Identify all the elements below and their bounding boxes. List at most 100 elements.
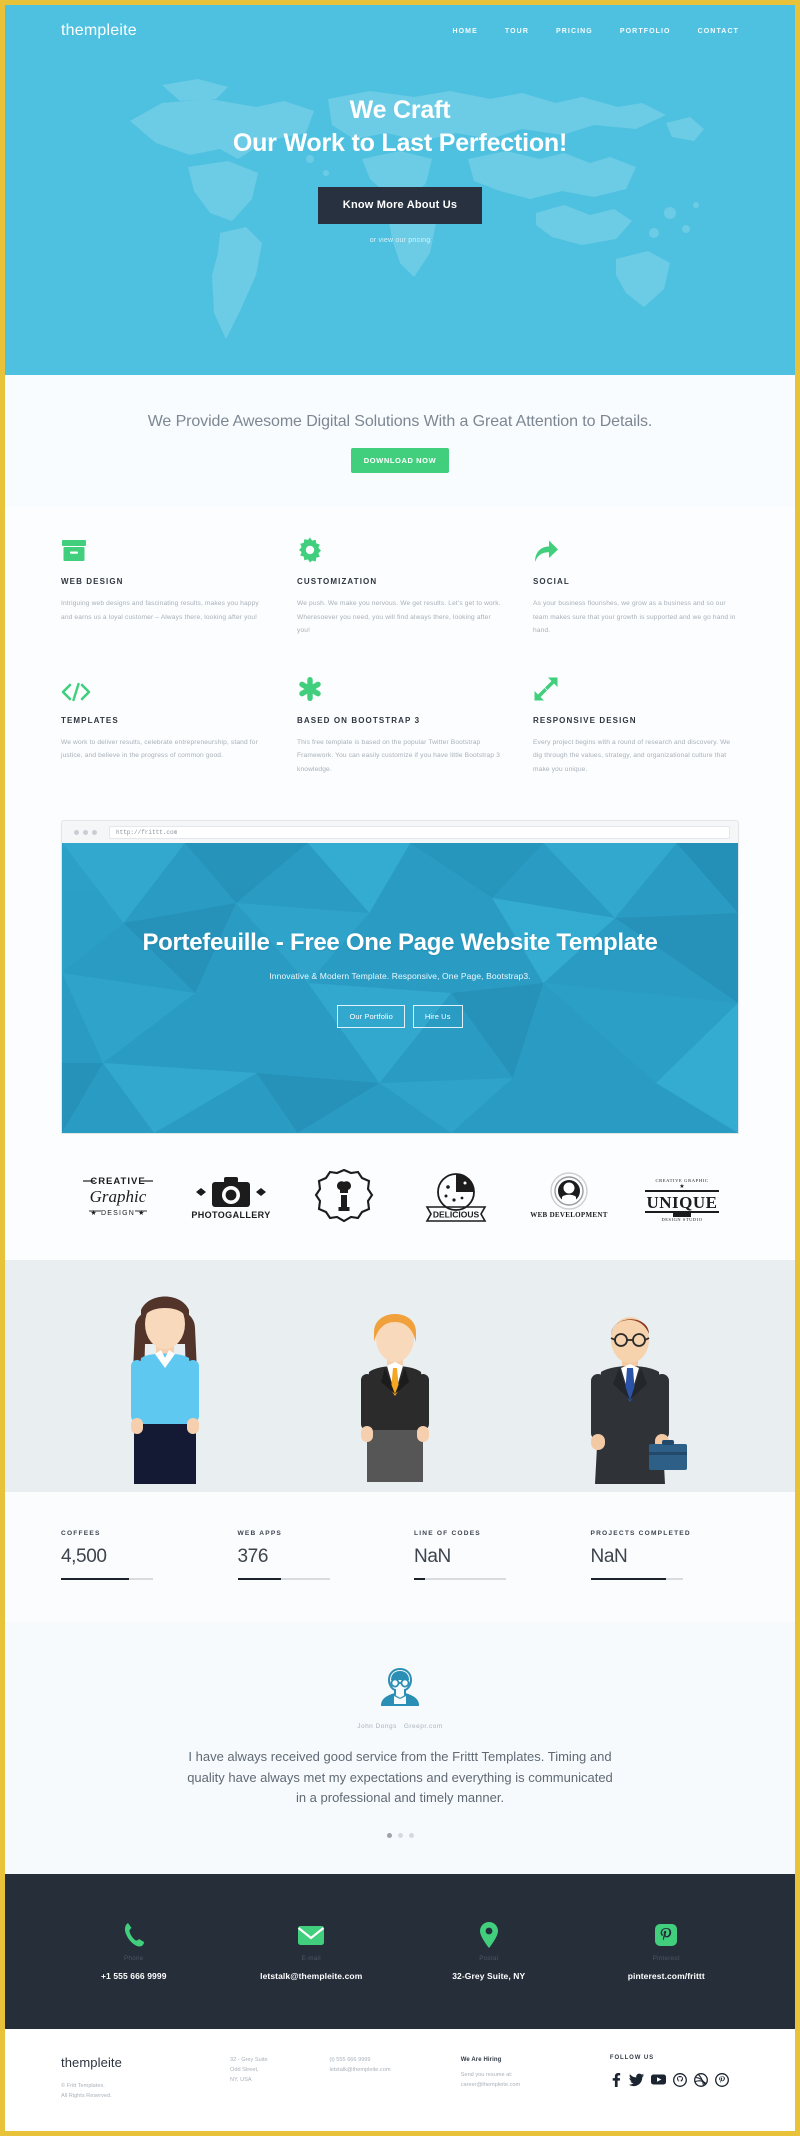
counter-progress: [590, 1578, 683, 1581]
svg-text:DELICIOUS: DELICIOUS: [433, 1210, 480, 1220]
team-section: [5, 1260, 795, 1493]
feature-card-social: SOCIAL As your business flourishes, we g…: [533, 533, 739, 638]
svg-text:★: ★: [679, 1183, 684, 1190]
feature-title: TEMPLATES: [61, 715, 119, 725]
nav-item-portfolio[interactable]: PORTFOLIO: [620, 28, 671, 35]
nav-item-contact[interactable]: CONTACT: [698, 28, 739, 35]
team-member-female-blonde: [335, 1302, 455, 1492]
footer-social: FOLLOW US: [610, 2055, 739, 2092]
svg-text:DESIGN STUDIO: DESIGN STUDIO: [661, 1217, 702, 1222]
web-development-logo: WEB DEVELOPMENT: [526, 1168, 612, 1224]
nav-item-tour[interactable]: TOUR: [505, 28, 529, 35]
feature-body: We push. We make you nervous. We get res…: [297, 600, 501, 635]
contact-postal: Postal 32-Grey Suite, NY: [400, 1920, 578, 1981]
contact-value[interactable]: 32-Grey Suite, NY: [400, 1971, 578, 1981]
testimonial-author: John Dongs Greepr.com: [5, 1723, 795, 1730]
counter-title: COFFEES: [61, 1530, 101, 1538]
feature-title: CUSTOMIZATION: [297, 577, 378, 586]
team-member-male-suit: [565, 1302, 695, 1492]
browser-window-controls[interactable]: [70, 829, 101, 835]
youtube-icon[interactable]: [650, 2073, 666, 2091]
client-logos-section: CREATIVE Graphic ★ DESIGN ★ PHOTOGALLERY…: [5, 1134, 795, 1261]
footer-phone: (t) 555 666 9999: [329, 2056, 371, 2063]
showcase-screenshot: Portefeuille - Free One Page Website Tem…: [62, 843, 738, 1134]
svg-text:PHOTOGALLERY: PHOTOGALLERY: [191, 1210, 270, 1220]
testimonial-quote: I have always received good service from…: [187, 1749, 613, 1806]
slider-dot-2[interactable]: [397, 1832, 403, 1838]
pinterest-icon: [578, 1920, 756, 1950]
address-line-1: 32 - Grey Suite: [230, 2056, 268, 2063]
github-icon[interactable]: [672, 2072, 687, 2092]
testimonial-slider-dots[interactable]: [5, 1832, 795, 1838]
hero-headline-line2: Our Work to Last Perfection!: [232, 129, 568, 157]
download-now-button[interactable]: DOWNLOAD NOW: [350, 448, 450, 473]
browser-address-bar[interactable]: http://frittt.com: [109, 825, 730, 839]
contact-label: Pinterest: [652, 1954, 680, 1962]
site-footer: thempleite © Fritt Templates. All Rights…: [5, 2028, 795, 2132]
features-row-2: TEMPLATES We work to deliver results, ce…: [61, 672, 739, 777]
pinterest-icon[interactable]: [714, 2072, 729, 2092]
feature-body: This free template is based on the popul…: [297, 738, 501, 773]
hero-headline-line1: We Craft: [349, 96, 451, 124]
hiring-title: We Are Hiring: [460, 2056, 502, 2063]
contact-value[interactable]: letstalk@thempleite.com: [223, 1971, 401, 1981]
counter-progress: [237, 1578, 330, 1581]
counter-title: PROJECTS COMPLETED: [590, 1530, 691, 1538]
nav-item-pricing[interactable]: PRICING: [556, 28, 593, 35]
footer-brand: thempleite © Fritt Templates. All Rights…: [61, 2055, 208, 2102]
slider-dot-1[interactable]: [386, 1832, 392, 1838]
code-brackets-icon: [61, 672, 267, 702]
our-portfolio-button[interactable]: Our Portfolio: [337, 1005, 405, 1029]
feature-title: SOCIAL: [533, 577, 570, 586]
hire-us-button[interactable]: Hire Us: [412, 1005, 463, 1029]
creative-graphic-design-logo: CREATIVE Graphic ★ DESIGN ★: [75, 1168, 161, 1224]
primary-navigation: HOME TOUR PRICING PORTFOLIO CONTACT: [452, 28, 739, 35]
feature-card-responsive: RESPONSIVE DESIGN Every project begins w…: [533, 672, 739, 777]
phone-icon: [45, 1920, 223, 1950]
counter-title: LINE OF CODES: [414, 1530, 481, 1538]
contact-value[interactable]: pinterest.com/frittt: [578, 1971, 756, 1981]
dribbble-icon[interactable]: [693, 2072, 708, 2092]
contact-value[interactable]: +1 555 666 9999: [45, 1971, 223, 1981]
feature-title: BASED ON BOOTSTRAP 3: [297, 715, 421, 725]
map-pin-icon: [400, 1920, 578, 1950]
contact-label: Postal: [479, 1954, 499, 1962]
footer-email[interactable]: letstalk@thempleite.com: [329, 2065, 438, 2075]
tagline-section: We Provide Awesome Digital Solutions Wit…: [5, 375, 795, 507]
browser-mockup: http://frittt.com Portefeuille - Free On…: [61, 820, 739, 1135]
share-arrow-icon: [533, 533, 739, 563]
browser-url-text: http://frittt.com: [116, 828, 178, 836]
slider-dot-3[interactable]: [408, 1832, 414, 1838]
tagline-text: We Provide Awesome Digital Solutions Wit…: [147, 413, 653, 430]
envelope-icon: [223, 1920, 401, 1950]
footer-accent-rule: [5, 2131, 795, 2137]
twitter-icon[interactable]: [628, 2073, 644, 2092]
feature-title: RESPONSIVE DESIGN: [533, 715, 637, 725]
counter-value: NaN: [590, 1546, 628, 1568]
feature-card-web-design: WEB DESIGN Intriguing web designs and fa…: [61, 533, 267, 638]
hiring-email[interactable]: career@thempleite.com: [461, 2080, 588, 2090]
contact-label: E-mail: [301, 1954, 321, 1962]
footer-logo[interactable]: thempleite: [61, 2055, 208, 2070]
counter-projects-completed: PROJECTS COMPLETED NaN: [590, 1530, 740, 1581]
facebook-icon[interactable]: [610, 2072, 622, 2092]
badge-chef-logo: [301, 1168, 387, 1224]
feature-body: We work to deliver results, celebrate en…: [61, 738, 258, 760]
contact-email: E-mail letstalk@thempleite.com: [223, 1920, 401, 1981]
contact-phone: Phone +1 555 666 9999: [45, 1920, 223, 1981]
footer-address: 32 - Grey Suite Odd Street, NY, USA: [230, 2055, 307, 2086]
know-more-button[interactable]: Know More About Us: [317, 187, 483, 224]
testimonial-avatar-icon: [5, 1662, 795, 1710]
social-icon-row: [610, 2072, 739, 2092]
hero-pricing-link[interactable]: or view our pricing: [5, 237, 795, 244]
testimonial-author-company: Greepr.com: [403, 1723, 443, 1731]
counter-progress: [414, 1578, 506, 1581]
copyright-line-2: All Rights Reserved.: [61, 2093, 112, 2100]
counters-section: COFFEES 4,500 WEB APPS 376 LINE OF CODES…: [5, 1492, 795, 1623]
site-logo[interactable]: thempleite: [61, 22, 137, 40]
showcase-buttons: Our Portfolio Hire Us: [62, 1005, 738, 1029]
follow-us-title: FOLLOW US: [609, 2054, 654, 2061]
copyright-line-1: © Fritt Templates.: [61, 2082, 105, 2089]
nav-item-home[interactable]: HOME: [452, 28, 477, 35]
browser-toolbar: http://frittt.com: [62, 821, 738, 843]
